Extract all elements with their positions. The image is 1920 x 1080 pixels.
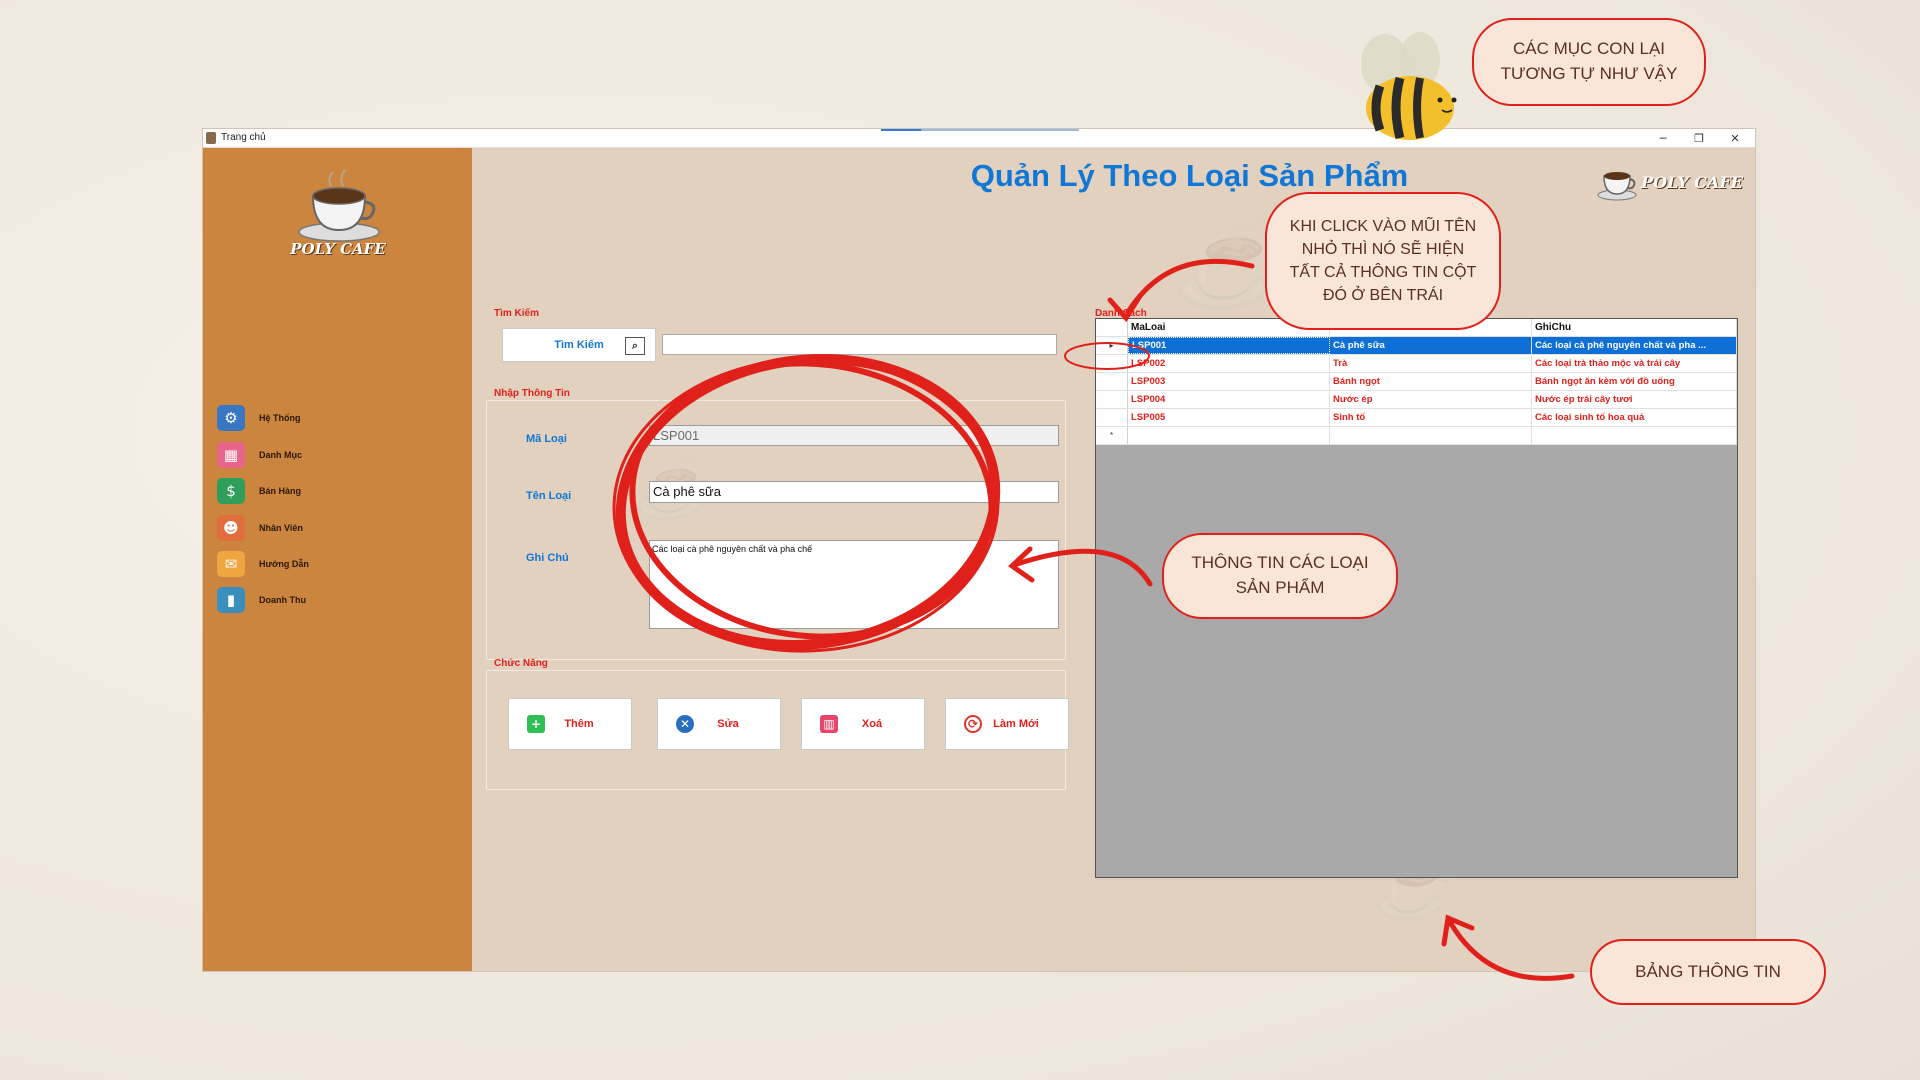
annotation-layer: [612, 32, 1575, 981]
callout-line: TẤT CẢ THÔNG TIN CỘT: [1289, 264, 1477, 281]
callout-form-note: THÔNG TIN CÁC LOẠI SẢN PHẨM: [1162, 533, 1398, 619]
callout-line: SẢN PHẨM: [1235, 578, 1325, 597]
callout-line: TƯƠNG TỰ NHƯ VẬY: [1500, 64, 1678, 83]
callout-line: KHI CLICK VÀO MŨI TÊN: [1289, 217, 1477, 235]
callout-line: BẢNG THÔNG TIN: [1635, 961, 1781, 981]
bee-illustration: [1361, 32, 1457, 140]
callout-line: CÁC MỤC CON LẠI: [1512, 39, 1666, 59]
callout-table-note: BẢNG THÔNG TIN: [1590, 939, 1826, 1005]
callout-line: NHỎ THÌ NÓ SẼ HIỆN: [1301, 240, 1465, 258]
callout-submenu-note: CÁC MỤC CON LẠI TƯƠNG TỰ NHƯ VẬY: [1472, 18, 1706, 106]
callout-line: THÔNG TIN CÁC LOẠI: [1191, 553, 1369, 573]
highlight-circle: [612, 353, 1001, 653]
callout-line: ĐÓ Ở BÊN TRÁI: [1322, 287, 1444, 305]
selector-highlight-ellipse: [1064, 342, 1150, 370]
callout-arrow-note: KHI CLICK VÀO MŨI TÊN NHỎ THÌ NÓ SẼ HIỆN…: [1265, 192, 1501, 330]
